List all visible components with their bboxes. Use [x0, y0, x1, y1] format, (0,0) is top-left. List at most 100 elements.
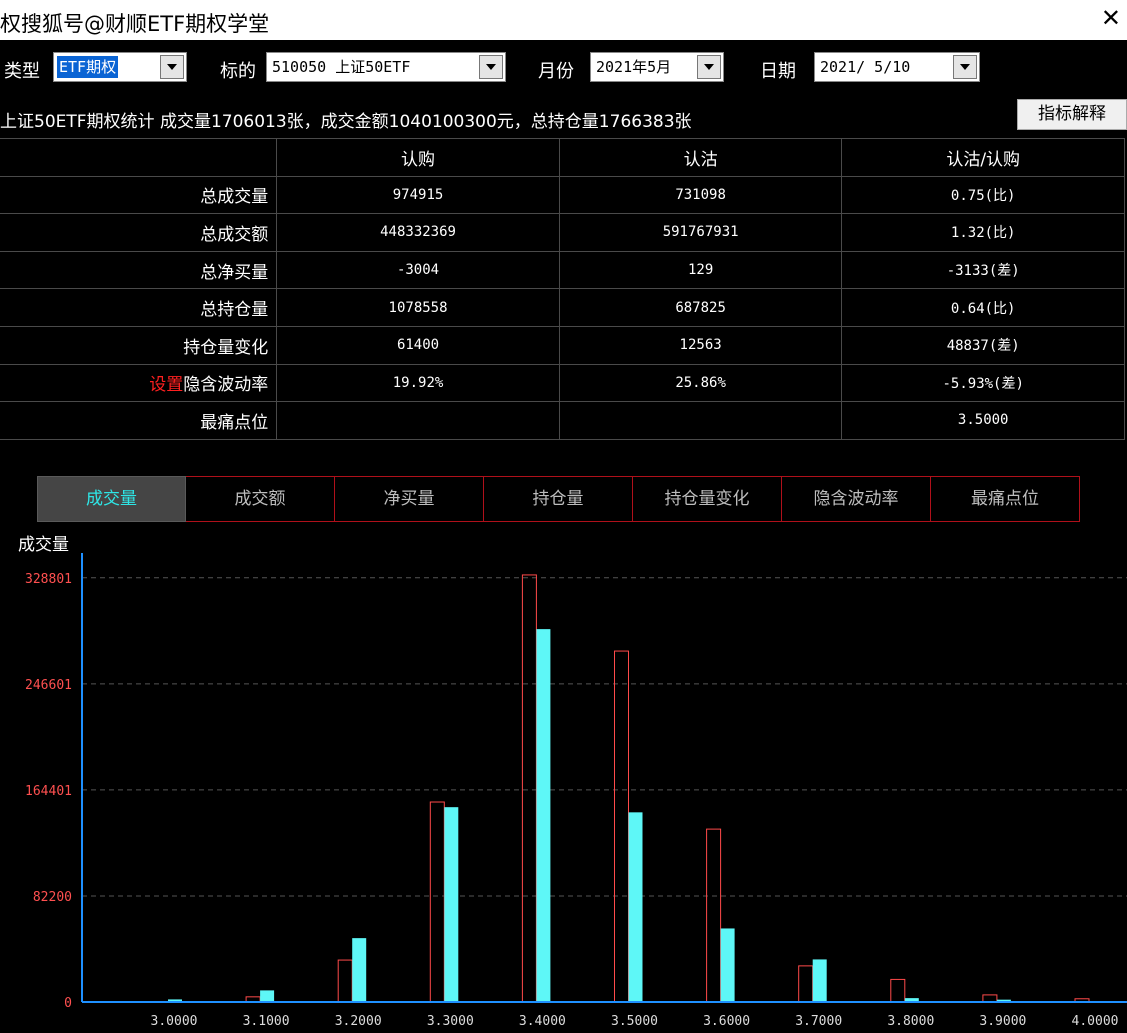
- call-bar: [798, 965, 814, 1003]
- call-bar: [890, 978, 906, 1003]
- call-bar: [706, 828, 722, 1003]
- chevron-down-icon[interactable]: [697, 55, 721, 79]
- row-label: 总成交量: [0, 175, 278, 215]
- ratio-value: 0.64(比): [841, 288, 1125, 327]
- row-label-text: 隐含波动率: [183, 375, 269, 396]
- row-label: 总成交额: [0, 213, 278, 252]
- x-tick-label: 3.2000: [335, 1014, 382, 1029]
- y-tick-label: 82200: [33, 890, 72, 905]
- month-label: 月份: [538, 61, 574, 82]
- x-tick-label: 3.3000: [427, 1014, 474, 1029]
- type-select[interactable]: ETF期权: [53, 52, 187, 82]
- chevron-down-icon[interactable]: [479, 55, 503, 79]
- row-label: 总净买量: [0, 250, 278, 290]
- y-tick-label: 246601: [25, 678, 72, 693]
- put-value: 687825: [558, 288, 843, 327]
- y-tick-label: 164401: [25, 784, 72, 799]
- chart-tabs: 成交量 成交额 净买量 持仓量 持仓量变化 隐含波动率 最痛点位: [37, 476, 1080, 522]
- x-tick-label: 3.5000: [611, 1014, 658, 1029]
- call-value: [276, 401, 560, 440]
- table-header-row: 认购 认沽 认沽/认购: [0, 138, 1125, 177]
- tab-oi-change[interactable]: 持仓量变化: [633, 476, 782, 522]
- put-value: [558, 401, 843, 440]
- table-header: 认购: [276, 138, 560, 177]
- table-row: 设置隐含波动率 19.92% 25.86% -5.93%(差): [0, 363, 1125, 403]
- table-row: 总持仓量 1078558 687825 0.64(比): [0, 288, 1125, 327]
- row-label: 设置隐含波动率: [0, 363, 278, 403]
- x-tick-label: 4.0000: [1072, 1014, 1119, 1029]
- month-select[interactable]: 2021年5月: [590, 52, 724, 82]
- explain-button[interactable]: 指标解释: [1017, 99, 1127, 130]
- tab-open-interest[interactable]: 持仓量: [484, 476, 633, 522]
- table-row: 总净买量 -3004 129 -3133(差): [0, 250, 1125, 290]
- window-title: 权搜狐号@财顺ETF期权学堂: [0, 12, 270, 36]
- ratio-value: -3133(差): [841, 250, 1125, 290]
- chevron-down-icon[interactable]: [160, 55, 184, 79]
- settings-link[interactable]: 设置: [149, 375, 183, 395]
- x-tick-label: 3.8000: [887, 1014, 934, 1029]
- row-label: 总持仓量: [0, 288, 278, 327]
- call-bar: [337, 959, 353, 1003]
- table-header: [0, 138, 278, 177]
- table-row: 总成交额 448332369 591767931 1.32(比): [0, 213, 1125, 252]
- row-label: 最痛点位: [0, 401, 278, 440]
- y-tick-label: 0: [64, 996, 72, 1011]
- table-header: 认沽: [558, 138, 843, 177]
- put-value: 25.86%: [558, 363, 843, 403]
- put-value: 591767931: [558, 213, 843, 252]
- tab-volume[interactable]: 成交量: [37, 476, 186, 522]
- call-bar: [429, 801, 445, 1003]
- x-tick-label: 3.1000: [243, 1014, 290, 1029]
- put-value: 129: [558, 250, 843, 290]
- put-bar: [444, 807, 459, 1002]
- ratio-value: 0.75(比): [841, 175, 1125, 215]
- chevron-down-icon[interactable]: [953, 55, 977, 79]
- filter-bar: 类型 ETF期权 标的 510050 上证50ETF 月份 2021年5月 日期…: [0, 50, 1127, 86]
- tab-turnover[interactable]: 成交额: [186, 476, 335, 522]
- volume-bar-chart: 0 82200 164401 246601 328801 3.0000 3.1000 3.20…: [25, 553, 1127, 1029]
- underlying-select-value: 510050 上证50ETF: [272, 58, 411, 76]
- x-tick-label: 3.0000: [151, 1014, 198, 1029]
- table-row: 最痛点位 3.5000: [0, 401, 1125, 440]
- call-value: 974915: [276, 175, 560, 215]
- call-bar: [982, 994, 998, 1003]
- x-tick-label: 3.4000: [519, 1014, 566, 1029]
- call-value: -3004: [276, 250, 560, 290]
- tab-implied-volatility[interactable]: 隐含波动率: [782, 476, 931, 522]
- call-value: 448332369: [276, 213, 560, 252]
- ratio-value: -5.93%(差): [841, 363, 1125, 403]
- ratio-value: 1.32(比): [841, 213, 1125, 252]
- tab-max-pain[interactable]: 最痛点位: [931, 476, 1080, 522]
- call-bar: [521, 574, 537, 1003]
- put-bar: [628, 812, 643, 1002]
- title-bar: 权搜狐号@财顺ETF期权学堂 ✕: [0, 0, 1127, 40]
- date-select-value: 2021/ 5/10: [820, 58, 911, 76]
- date-select[interactable]: 2021/ 5/10: [814, 52, 980, 82]
- call-value: 1078558: [276, 288, 560, 327]
- call-value: 19.92%: [276, 363, 560, 403]
- call-value: 61400: [276, 325, 560, 365]
- tab-net-buy[interactable]: 净买量: [335, 476, 484, 522]
- call-bar: [614, 650, 629, 1003]
- put-bar: [260, 990, 275, 1002]
- put-bar: [352, 938, 367, 1002]
- put-bar: [536, 629, 551, 1002]
- ratio-value: 3.5000: [841, 401, 1125, 440]
- table-header: 认沽/认购: [841, 138, 1125, 177]
- row-label: 持仓量变化: [0, 325, 278, 365]
- x-tick-label: 3.7000: [795, 1014, 842, 1029]
- x-tick-label: 3.6000: [703, 1014, 750, 1029]
- statistics-summary: 上证50ETF期权统计 成交量1706013张，成交金额1040100300元，…: [0, 112, 692, 132]
- type-select-value: ETF期权: [57, 56, 119, 78]
- underlying-label: 标的: [220, 61, 256, 82]
- close-icon[interactable]: ✕: [1101, 5, 1121, 31]
- table-row: 持仓量变化 61400 12563 48837(差): [0, 325, 1125, 365]
- date-label: 日期: [760, 61, 796, 82]
- underlying-select[interactable]: 510050 上证50ETF: [266, 52, 506, 82]
- y-tick-label: 328801: [25, 572, 72, 587]
- month-select-value: 2021年5月: [596, 58, 672, 76]
- type-label: 类型: [4, 61, 40, 82]
- put-bar: [720, 928, 735, 1002]
- ratio-value: 48837(差): [841, 325, 1125, 365]
- put-value: 12563: [558, 325, 843, 365]
